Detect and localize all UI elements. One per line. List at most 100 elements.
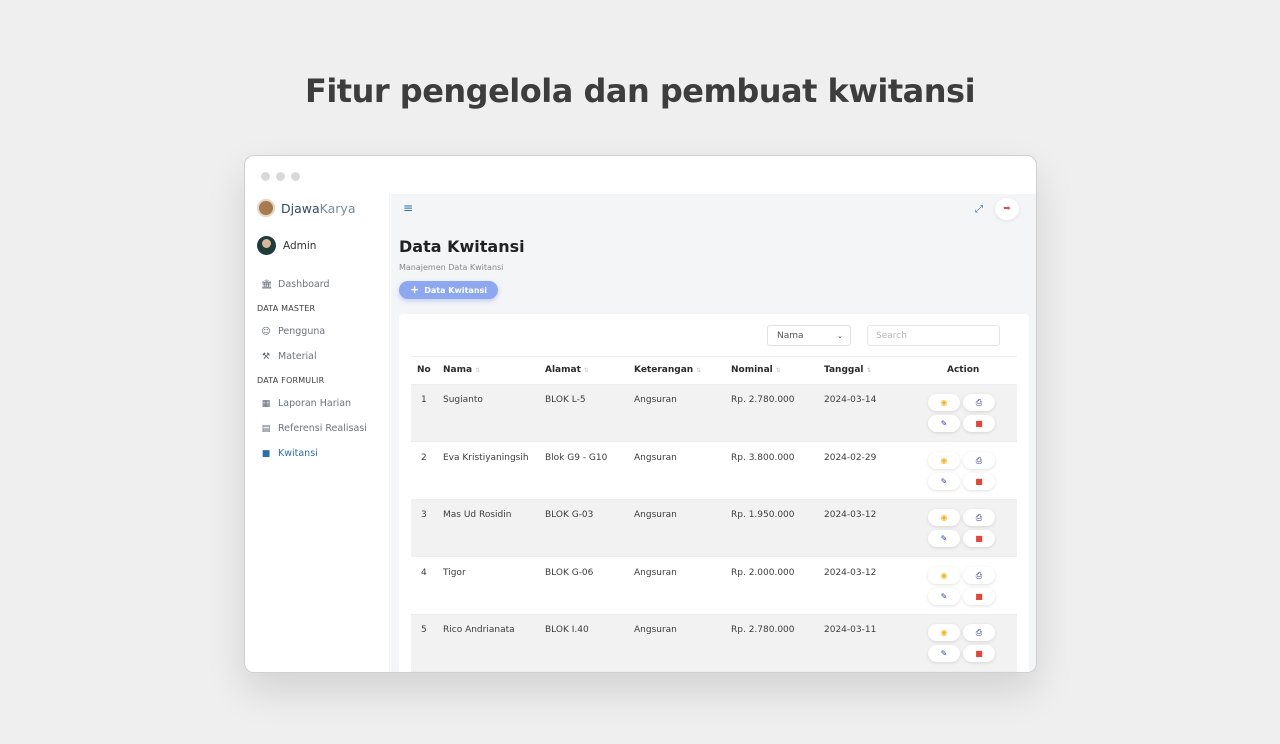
cell-alamat: BLOK G-03 [545, 510, 594, 520]
eye-icon[interactable]: ◉ [928, 509, 960, 526]
calendar-icon: ▦ [261, 398, 271, 409]
sort-icon: ⇅ [583, 366, 589, 374]
bank-icon: 🏛︎ [261, 279, 273, 290]
add-button-label: Data Kwitansi [424, 285, 488, 295]
eye-icon[interactable]: ◉ [928, 624, 960, 641]
header-nominal[interactable]: Nominal ⇅ [731, 365, 781, 375]
sidebar-item-pengguna[interactable]: ☺ Pengguna [261, 326, 325, 337]
trash-icon[interactable]: ■ [963, 588, 995, 605]
sort-icon: ⇅ [475, 366, 481, 374]
edit-icon[interactable]: ✎ [928, 415, 960, 432]
tools-icon: ⚒ [261, 351, 271, 362]
brand[interactable]: DjawaKarya [257, 199, 356, 217]
cell-no: 1 [421, 395, 427, 405]
cell-tanggal: 2024-03-12 [824, 568, 877, 578]
printer-icon[interactable]: ⎙ [963, 567, 995, 584]
eye-icon[interactable]: ◉ [928, 452, 960, 469]
sidebar-item-referensi[interactable]: ▤ Referensi Realisasi [261, 423, 367, 434]
sidebar-item-label: Referensi Realisasi [278, 423, 367, 434]
menu-icon[interactable]: ≡ [403, 202, 413, 214]
window-controls [261, 172, 300, 181]
eye-icon[interactable]: ◉ [928, 394, 960, 411]
sidebar-item-kwitansi[interactable]: ■ Kwitansi [261, 448, 318, 459]
window-dot[interactable] [291, 172, 300, 181]
logout-icon[interactable]: ➥ [995, 198, 1019, 220]
header-no[interactable]: No [417, 365, 431, 375]
brand-name-part2: Karya [319, 200, 356, 216]
sidebar-item-label: Dashboard [278, 279, 330, 290]
trash-icon[interactable]: ■ [963, 473, 995, 490]
cell-tanggal: 2024-03-14 [824, 395, 877, 405]
page-subtitle: Manajemen Data Kwitansi [399, 263, 504, 272]
sidebar-item-dashboard[interactable]: 🏛︎ Dashboard [261, 279, 330, 290]
table-card: Nama ⌄ Search No Nama ⇅ Alamat ⇅ Keteranga… [399, 314, 1029, 672]
brand-logo [257, 199, 275, 217]
edit-icon[interactable]: ✎ [928, 530, 960, 547]
table-row: 3 Mas Ud Rosidin BLOK G-03 Angsuran Rp. … [411, 500, 1017, 557]
sidebar-item-label: Material [278, 351, 317, 362]
sort-icon: ⇅ [775, 366, 781, 374]
brand-name-part1: Djawa [281, 200, 320, 216]
cell-alamat: BLOK G-06 [545, 568, 594, 578]
table-header: No Nama ⇅ Alamat ⇅ Keterangan ⇅ Nominal ⇅ Ta… [411, 356, 1017, 385]
cell-nominal: Rp. 3.800.000 [731, 453, 795, 463]
expand-icon[interactable]: ⤢ [975, 204, 983, 215]
main-content: ≡ ⤢ ➥ Data Kwitansi Manajemen Data Kwita… [391, 194, 1036, 672]
printer-icon[interactable]: ⎙ [963, 509, 995, 526]
printer-icon[interactable]: ⎙ [963, 452, 995, 469]
user-name: Admin [283, 239, 317, 252]
cell-keterangan: Angsuran [634, 453, 677, 463]
header-tanggal[interactable]: Tanggal ⇅ [824, 365, 872, 375]
header-action: Action [947, 365, 980, 375]
cell-no: 2 [421, 453, 427, 463]
cell-keterangan: Angsuran [634, 395, 677, 405]
header-alamat[interactable]: Alamat ⇅ [545, 365, 589, 375]
table-row: 2 Eva Kristiyaningsih Blok G9 - G10 Angs… [411, 443, 1017, 500]
printer-icon[interactable]: ⎙ [963, 624, 995, 641]
table-row: 5 Rico Andrianata BLOK I.40 Angsuran Rp.… [411, 615, 1017, 672]
sidebar-item-material[interactable]: ⚒ Material [261, 351, 317, 362]
cell-nama: Mas Ud Rosidin [443, 510, 512, 520]
cell-keterangan: Angsuran [634, 625, 677, 635]
window-dot[interactable] [261, 172, 270, 181]
sidebar-item-laporan[interactable]: ▦ Laporan Harian [261, 398, 351, 409]
cell-tanggal: 2024-03-12 [824, 510, 877, 520]
edit-icon[interactable]: ✎ [928, 645, 960, 662]
sort-icon: ⇅ [696, 366, 702, 374]
cell-nominal: Rp. 2.780.000 [731, 625, 795, 635]
avatar [257, 236, 276, 255]
plus-icon: + [410, 283, 420, 296]
cell-nominal: Rp. 2.000.000 [731, 568, 795, 578]
printer-icon[interactable]: ⎙ [963, 394, 995, 411]
eye-icon[interactable]: ◉ [928, 567, 960, 584]
cell-alamat: Blok G9 - G10 [545, 453, 608, 463]
cell-nama: Rico Andrianata [443, 625, 515, 635]
sidebar-item-label: Kwitansi [278, 448, 318, 459]
search-input[interactable]: Search [867, 325, 1000, 346]
page-title: Data Kwitansi [399, 237, 525, 256]
window-dot[interactable] [276, 172, 285, 181]
cell-keterangan: Angsuran [634, 568, 677, 578]
trash-icon[interactable]: ■ [963, 415, 995, 432]
edit-icon[interactable]: ✎ [928, 473, 960, 490]
filter-select[interactable]: Nama ⌄ [767, 325, 851, 346]
trash-icon[interactable]: ■ [963, 645, 995, 662]
cell-no: 5 [421, 625, 427, 635]
hero-title: Fitur pengelola dan pembuat kwitansi [304, 72, 976, 110]
filter-select-value: Nama [777, 330, 804, 341]
sidebar-section-master: DATA MASTER [257, 304, 316, 313]
app-window: DjawaKarya Admin 🏛︎ Dashboard DATA MASTE… [244, 155, 1037, 673]
chevron-down-icon: ⌄ [837, 331, 843, 340]
cell-nama: Sugianto [443, 395, 483, 405]
cell-alamat: BLOK I.40 [545, 625, 589, 635]
header-keterangan[interactable]: Keterangan ⇅ [634, 365, 701, 375]
user-profile[interactable]: Admin [257, 236, 316, 255]
cell-tanggal: 2024-03-11 [824, 625, 877, 635]
sidebar-item-label: Laporan Harian [278, 398, 352, 409]
add-kwitansi-button[interactable]: + Data Kwitansi [399, 281, 499, 299]
cell-keterangan: Angsuran [634, 510, 677, 520]
trash-icon[interactable]: ■ [963, 530, 995, 547]
header-nama[interactable]: Nama ⇅ [443, 365, 480, 375]
edit-icon[interactable]: ✎ [928, 588, 960, 605]
table-row: 4 Tigor BLOK G-06 Angsuran Rp. 2.000.000… [411, 558, 1017, 615]
